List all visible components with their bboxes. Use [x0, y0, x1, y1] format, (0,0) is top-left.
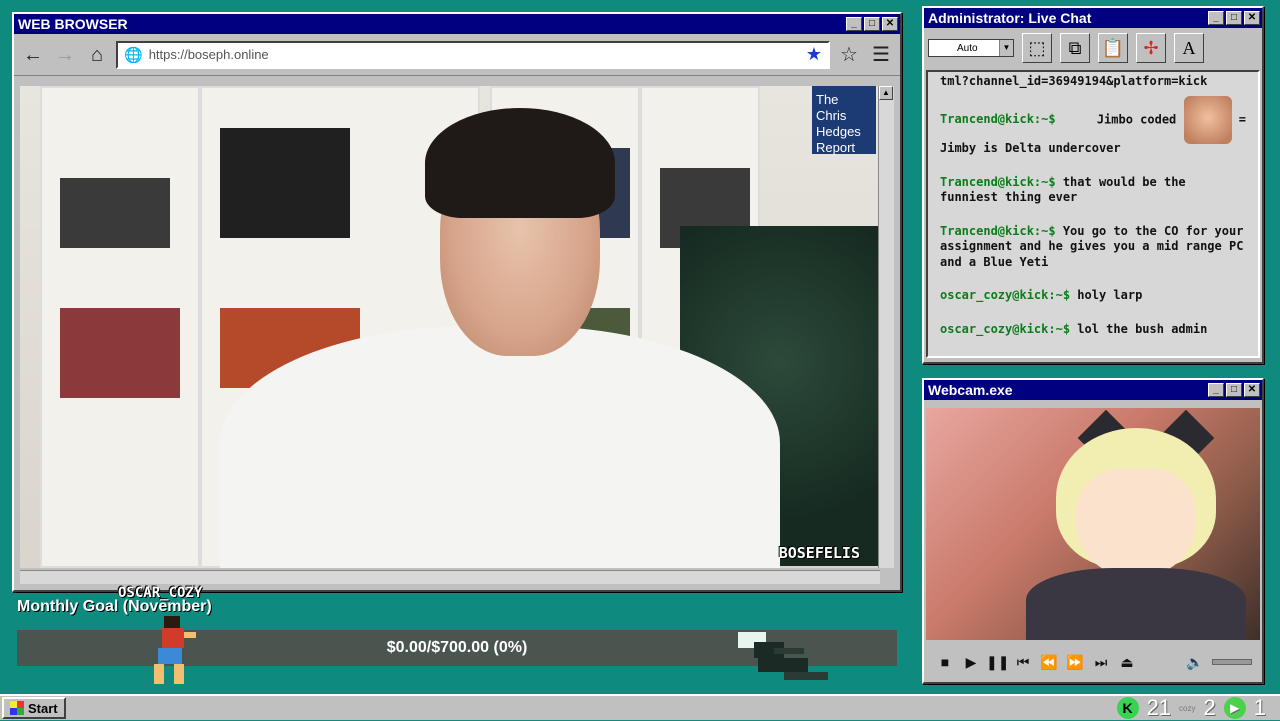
- maximize-button[interactable]: □: [1226, 383, 1242, 397]
- rewind-icon[interactable]: ⏪: [1038, 654, 1060, 671]
- home-icon[interactable]: ⌂: [84, 42, 110, 68]
- chat-toolbar: Auto ▼ ⬚ ⧉ 📋 ✢ A: [924, 28, 1262, 68]
- start-button[interactable]: Start: [2, 697, 66, 719]
- cozy-viewer-count: 2: [1203, 695, 1216, 720]
- fast-forward-icon[interactable]: ⏩: [1064, 654, 1086, 671]
- chat-text: tml?channel_id=36949194&platform=kick: [940, 74, 1208, 88]
- rumble-viewer-count: 1: [1253, 695, 1266, 720]
- pause-icon[interactable]: ❚❚: [986, 654, 1009, 671]
- globe-icon: 🌐: [124, 46, 143, 64]
- stream-video[interactable]: The Chris Hedges Report BOSEFELIS: [20, 86, 880, 568]
- kick-icon[interactable]: K: [1116, 697, 1139, 719]
- chat-line: Trancend@kick:~$ that would be the funni…: [940, 175, 1246, 206]
- favorites-star-icon[interactable]: ☆: [836, 42, 862, 68]
- cozy-icon[interactable]: cozy: [1179, 704, 1195, 713]
- person-hair: [425, 108, 615, 218]
- report-sign: The Chris Hedges Report: [812, 86, 876, 155]
- chat-log[interactable]: tml?channel_id=36949194&platform=kick Ji…: [926, 70, 1260, 358]
- minimize-button[interactable]: _: [1208, 11, 1224, 25]
- browser-window: WEB BROWSER _ □ ✕ ← → ⌂ 🌐 https://boseph…: [12, 12, 902, 592]
- avatar-face: [1076, 468, 1196, 578]
- close-button[interactable]: ✕: [882, 17, 898, 31]
- chat-username[interactable]: Trancend@kick:~$: [940, 224, 1056, 238]
- webcam-view: [926, 408, 1260, 640]
- webcam-window: Webcam.exe _ □ ✕ ■ ▶ ❚❚ ⏮ ⏪ ⏩ ⏭ ⏏ 🔈: [922, 378, 1264, 684]
- maximize-button[interactable]: □: [1226, 11, 1242, 25]
- menu-hamburger-icon[interactable]: ☰: [868, 42, 894, 68]
- chat-text: lol the bush admin: [1077, 321, 1208, 336]
- chat-text: Jimbo coded: [1096, 112, 1177, 126]
- chat-line: Trancend@kick:~$ You go to the CO for yo…: [940, 224, 1246, 271]
- start-label: Start: [28, 700, 58, 716]
- paste-icon[interactable]: 📋: [1098, 33, 1128, 63]
- copy-icon[interactable]: ⧉: [1060, 33, 1090, 63]
- bookmark-star-icon[interactable]: ★: [806, 44, 822, 65]
- auto-select-value: Auto: [957, 42, 978, 54]
- volume-icon[interactable]: 🔈: [1184, 654, 1206, 671]
- taskbar: Start K 21 cozy 2 ▶ 1: [0, 694, 1280, 720]
- chat-username[interactable]: Trancend@kick:~$: [940, 112, 1056, 126]
- play-icon[interactable]: ▶: [960, 654, 982, 671]
- url-text[interactable]: https://boseph.online: [149, 47, 800, 62]
- scroll-up-arrow-icon[interactable]: ▲: [879, 86, 893, 100]
- chat-line: oscar_cozy@kick:~$ lol the bush admin: [940, 322, 1246, 338]
- chat-text: Jimby is Delta undercover: [940, 141, 1121, 155]
- browser-navbar: ← → ⌂ 🌐 https://boseph.online ★ ☆ ☰: [14, 34, 900, 76]
- chaser-sprite: [738, 632, 828, 680]
- chat-username[interactable]: oscar_cozy@kick:~$: [940, 288, 1070, 302]
- minimize-button[interactable]: _: [846, 17, 862, 31]
- minimize-button[interactable]: _: [1208, 383, 1224, 397]
- person-shirt: [220, 326, 780, 568]
- face-emote-icon: [1183, 95, 1232, 144]
- system-tray: K 21 cozy 2 ▶ 1: [1116, 695, 1278, 721]
- media-controls: ■ ▶ ❚❚ ⏮ ⏪ ⏩ ⏭ ⏏ 🔈: [926, 646, 1260, 678]
- book-row: [220, 128, 350, 238]
- skip-back-icon[interactable]: ⏮: [1012, 654, 1034, 671]
- chat-line: oscar_cozy@kick:~$ holy larp: [940, 288, 1246, 304]
- auto-select[interactable]: Auto ▼: [928, 39, 1014, 57]
- horizontal-scrollbar[interactable]: [20, 570, 880, 584]
- back-arrow-icon[interactable]: ←: [20, 42, 46, 68]
- eject-icon[interactable]: ⏏: [1116, 654, 1138, 671]
- volume-slider[interactable]: [1212, 659, 1252, 665]
- move-icon[interactable]: ✢: [1136, 33, 1166, 63]
- kick-viewer-count: 21: [1146, 695, 1172, 720]
- chat-titlebar[interactable]: Administrator: Live Chat _ □ ✕: [924, 8, 1262, 28]
- runner-sprite: [154, 616, 196, 684]
- stream-watermark: BOSEFELIS: [778, 544, 860, 562]
- webcam-title: Webcam.exe: [928, 382, 1013, 398]
- rumble-play-icon[interactable]: ▶: [1223, 697, 1246, 719]
- chat-username[interactable]: Trancend@kick:~$: [940, 175, 1056, 189]
- book-row: [60, 178, 170, 248]
- address-bar[interactable]: 🌐 https://boseph.online ★: [116, 40, 830, 69]
- stop-icon[interactable]: ■: [934, 654, 956, 670]
- browser-title: WEB BROWSER: [18, 16, 128, 32]
- font-icon[interactable]: A: [1174, 33, 1204, 63]
- chevron-down-icon[interactable]: ▼: [999, 40, 1013, 56]
- chat-text: holy larp: [1077, 288, 1143, 302]
- chat-line: tml?channel_id=36949194&platform=kick: [940, 74, 1246, 90]
- chat-title: Administrator: Live Chat: [928, 10, 1092, 26]
- browser-titlebar[interactable]: WEB BROWSER _ □ ✕: [14, 14, 900, 34]
- maximize-button[interactable]: □: [864, 17, 880, 31]
- chat-username[interactable]: oscar_cozy@kick:~$: [940, 322, 1070, 336]
- book-row: [60, 308, 180, 398]
- select-marquee-icon[interactable]: ⬚: [1022, 33, 1052, 63]
- forward-arrow-icon[interactable]: →: [52, 42, 78, 68]
- skip-forward-icon[interactable]: ⏭: [1090, 654, 1112, 671]
- close-button[interactable]: ✕: [1244, 383, 1260, 397]
- webcam-titlebar[interactable]: Webcam.exe _ □ ✕: [924, 380, 1262, 400]
- windows-logo-icon: [10, 701, 24, 715]
- close-button[interactable]: ✕: [1244, 11, 1260, 25]
- avatar-body: [1026, 568, 1246, 640]
- chat-text: =: [1238, 112, 1246, 126]
- vertical-scrollbar[interactable]: ▲: [878, 86, 894, 568]
- live-chat-window: Administrator: Live Chat _ □ ✕ Auto ▼ ⬚ …: [922, 6, 1264, 364]
